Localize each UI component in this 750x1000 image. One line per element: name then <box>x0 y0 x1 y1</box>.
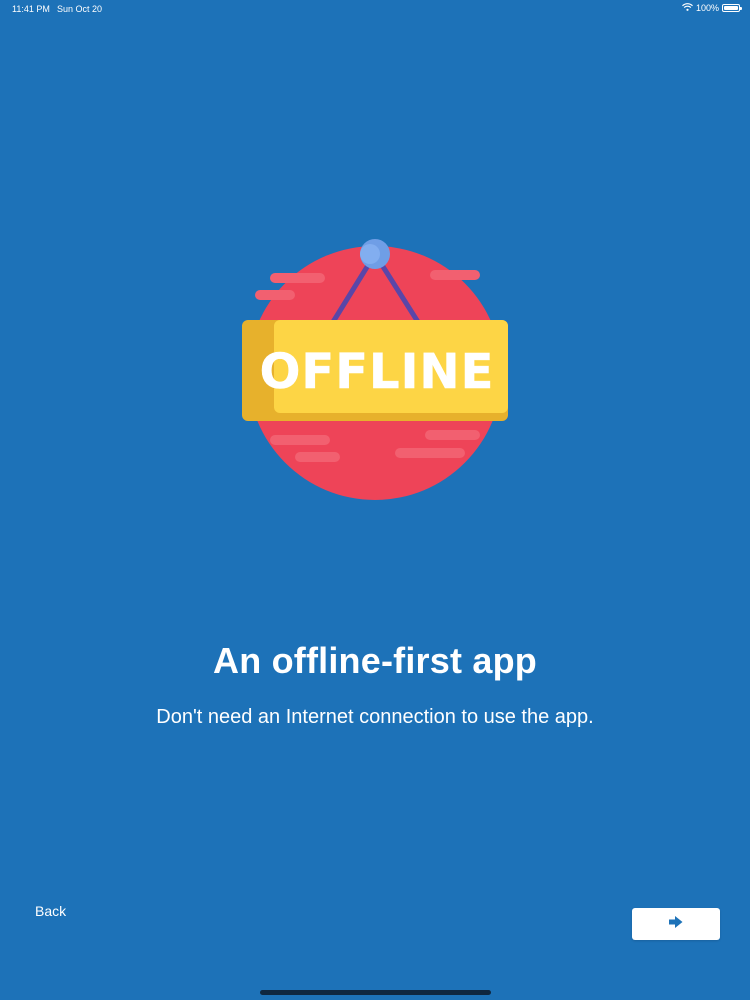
wifi-icon <box>682 3 693 13</box>
sign-text: OFFLINE <box>260 344 495 400</box>
home-indicator <box>260 990 491 995</box>
status-date: Sun Oct 20 <box>57 4 103 14</box>
status-time: 11:41 PM <box>12 4 50 14</box>
status-indicators: 100% <box>682 3 742 13</box>
page-description: Don't need an Internet connection to use… <box>156 706 594 728</box>
next-button[interactable] <box>632 908 720 940</box>
back-button[interactable]: Back <box>35 903 66 919</box>
battery-percent: 100% <box>695 3 719 13</box>
offline-illustration: OFFLINE <box>230 230 520 510</box>
battery-level <box>724 6 738 10</box>
battery-icon <box>722 4 742 12</box>
status-bar: 11:41 PM Sun Oct 20 100% <box>0 0 750 20</box>
page-title: An offline-first app <box>213 640 537 681</box>
arrow-right-icon <box>669 915 683 933</box>
